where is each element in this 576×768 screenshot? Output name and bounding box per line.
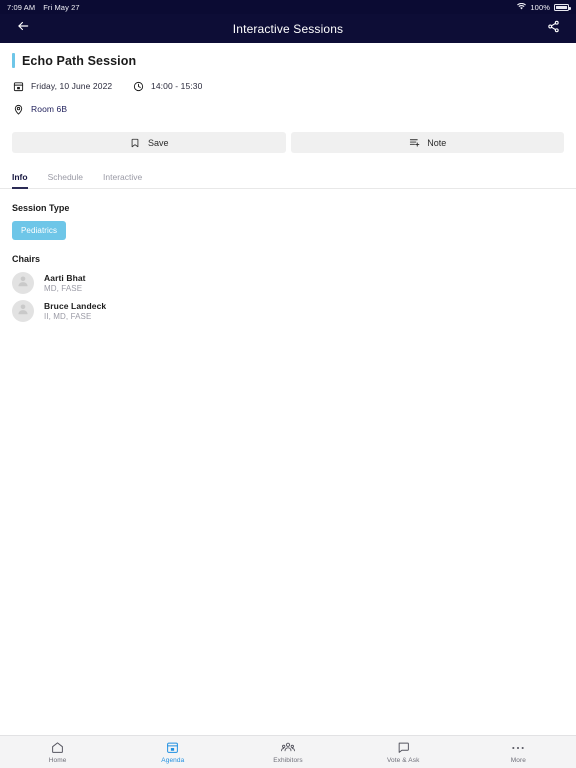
person-avatar-icon xyxy=(16,302,30,321)
person-role: II, MD, FASE xyxy=(44,312,92,321)
bottom-nav-home-label: Home xyxy=(48,756,67,764)
session-meta-row-primary: Friday, 10 June 2022 14:00 - 15:30 xyxy=(12,80,564,92)
session-type-chip[interactable]: Pediatrics xyxy=(12,221,67,240)
exhibitors-people-icon xyxy=(281,741,295,755)
save-button-label: Save xyxy=(147,137,169,148)
bottom-nav-agenda-label: Agenda xyxy=(161,756,185,764)
save-button[interactable]: Save xyxy=(12,132,286,153)
session-header: Echo Path Session Friday, 10 June 2022 1… xyxy=(0,43,576,128)
session-title-row: Echo Path Session xyxy=(12,53,564,68)
note-add-icon xyxy=(408,137,420,149)
calendar-icon xyxy=(12,80,24,92)
bottom-navigation: Home Agenda Exhibitors Vote & Ask More xyxy=(0,735,576,768)
tab-schedule[interactable]: Schedule xyxy=(48,168,83,189)
location-pin-icon xyxy=(12,103,24,115)
back-arrow-icon xyxy=(16,19,30,38)
person-info: Aarti Bhat MD, FASE xyxy=(44,273,86,293)
person-name: Bruce Landeck xyxy=(44,301,107,311)
page-title: Interactive Sessions xyxy=(232,21,344,36)
session-accent-bar xyxy=(12,53,15,68)
status-bar: 7:09 AM Fri May 27 100% xyxy=(0,0,576,14)
chairs-heading: Chairs xyxy=(12,254,41,264)
status-bar-left: 7:09 AM Fri May 27 xyxy=(7,3,80,12)
share-icon xyxy=(547,20,560,38)
bottom-nav-agenda[interactable]: Agenda xyxy=(115,736,230,768)
bottom-nav-vote-ask[interactable]: Vote & Ask xyxy=(346,736,461,768)
list-item[interactable]: Bruce Landeck II, MD, FASE xyxy=(12,300,564,322)
session-type-heading: Session Type xyxy=(12,203,70,213)
bottom-nav-exhibitors-label: Exhibitors xyxy=(273,756,303,764)
session-room-item[interactable]: Room 6B xyxy=(12,103,67,115)
bookmark-icon xyxy=(129,137,141,149)
avatar xyxy=(12,300,34,322)
bottom-nav-more-label: More xyxy=(510,756,527,764)
list-item[interactable]: Aarti Bhat MD, FASE xyxy=(12,272,564,294)
bottom-nav-home[interactable]: Home xyxy=(0,736,115,768)
status-date: Fri May 27 xyxy=(43,2,80,12)
app-screen: 7:09 AM Fri May 27 100% Interactive Sess… xyxy=(0,0,576,768)
app-header: Interactive Sessions xyxy=(0,14,576,43)
tab-interactive-label: Interactive xyxy=(103,172,143,182)
clock-icon xyxy=(132,80,144,92)
person-role: MD, FASE xyxy=(44,284,83,293)
session-room: Room 6B xyxy=(31,104,68,114)
chat-bubble-icon xyxy=(396,741,410,755)
avatar xyxy=(12,272,34,294)
session-meta-row-room: Room 6B xyxy=(12,103,564,115)
bottom-nav-exhibitors[interactable]: Exhibitors xyxy=(230,736,345,768)
session-tabs: Info Schedule Interactive xyxy=(0,167,576,189)
session-title: Echo Path Session xyxy=(22,53,137,68)
status-bar-right: 100% xyxy=(517,2,571,12)
person-info: Bruce Landeck II, MD, FASE xyxy=(44,301,106,321)
status-time: 7:09 AM xyxy=(7,2,36,12)
home-icon xyxy=(51,741,65,755)
bottom-nav-vote-ask-label: Vote & Ask xyxy=(386,756,420,764)
battery-percent: 100% xyxy=(530,2,550,12)
tab-interactive[interactable]: Interactive xyxy=(103,168,142,189)
ellipsis-icon xyxy=(511,741,525,755)
session-type-chips: Pediatrics xyxy=(12,221,564,240)
tab-info-label: Info xyxy=(12,172,28,182)
person-avatar-icon xyxy=(16,274,30,293)
session-action-bar: Save Note xyxy=(0,128,576,153)
session-date-item: Friday, 10 June 2022 xyxy=(12,80,132,92)
tab-info[interactable]: Info xyxy=(12,168,28,189)
share-button[interactable] xyxy=(542,18,564,40)
tab-content-info: Session Type Pediatrics Chairs Aarti Bha… xyxy=(0,189,576,735)
person-name: Aarti Bhat xyxy=(44,273,86,283)
session-time-item: 14:00 - 15:30 xyxy=(132,80,202,92)
back-button[interactable] xyxy=(12,18,34,40)
session-date: Friday, 10 June 2022 xyxy=(31,81,113,91)
note-button[interactable]: Note xyxy=(290,132,564,153)
bottom-nav-more[interactable]: More xyxy=(461,736,576,768)
note-button-label: Note xyxy=(427,137,447,148)
wifi-icon xyxy=(517,2,527,12)
session-time: 14:00 - 15:30 xyxy=(151,81,203,91)
tab-schedule-label: Schedule xyxy=(47,172,84,182)
battery-full-icon xyxy=(554,3,571,11)
calendar-icon xyxy=(166,741,180,755)
